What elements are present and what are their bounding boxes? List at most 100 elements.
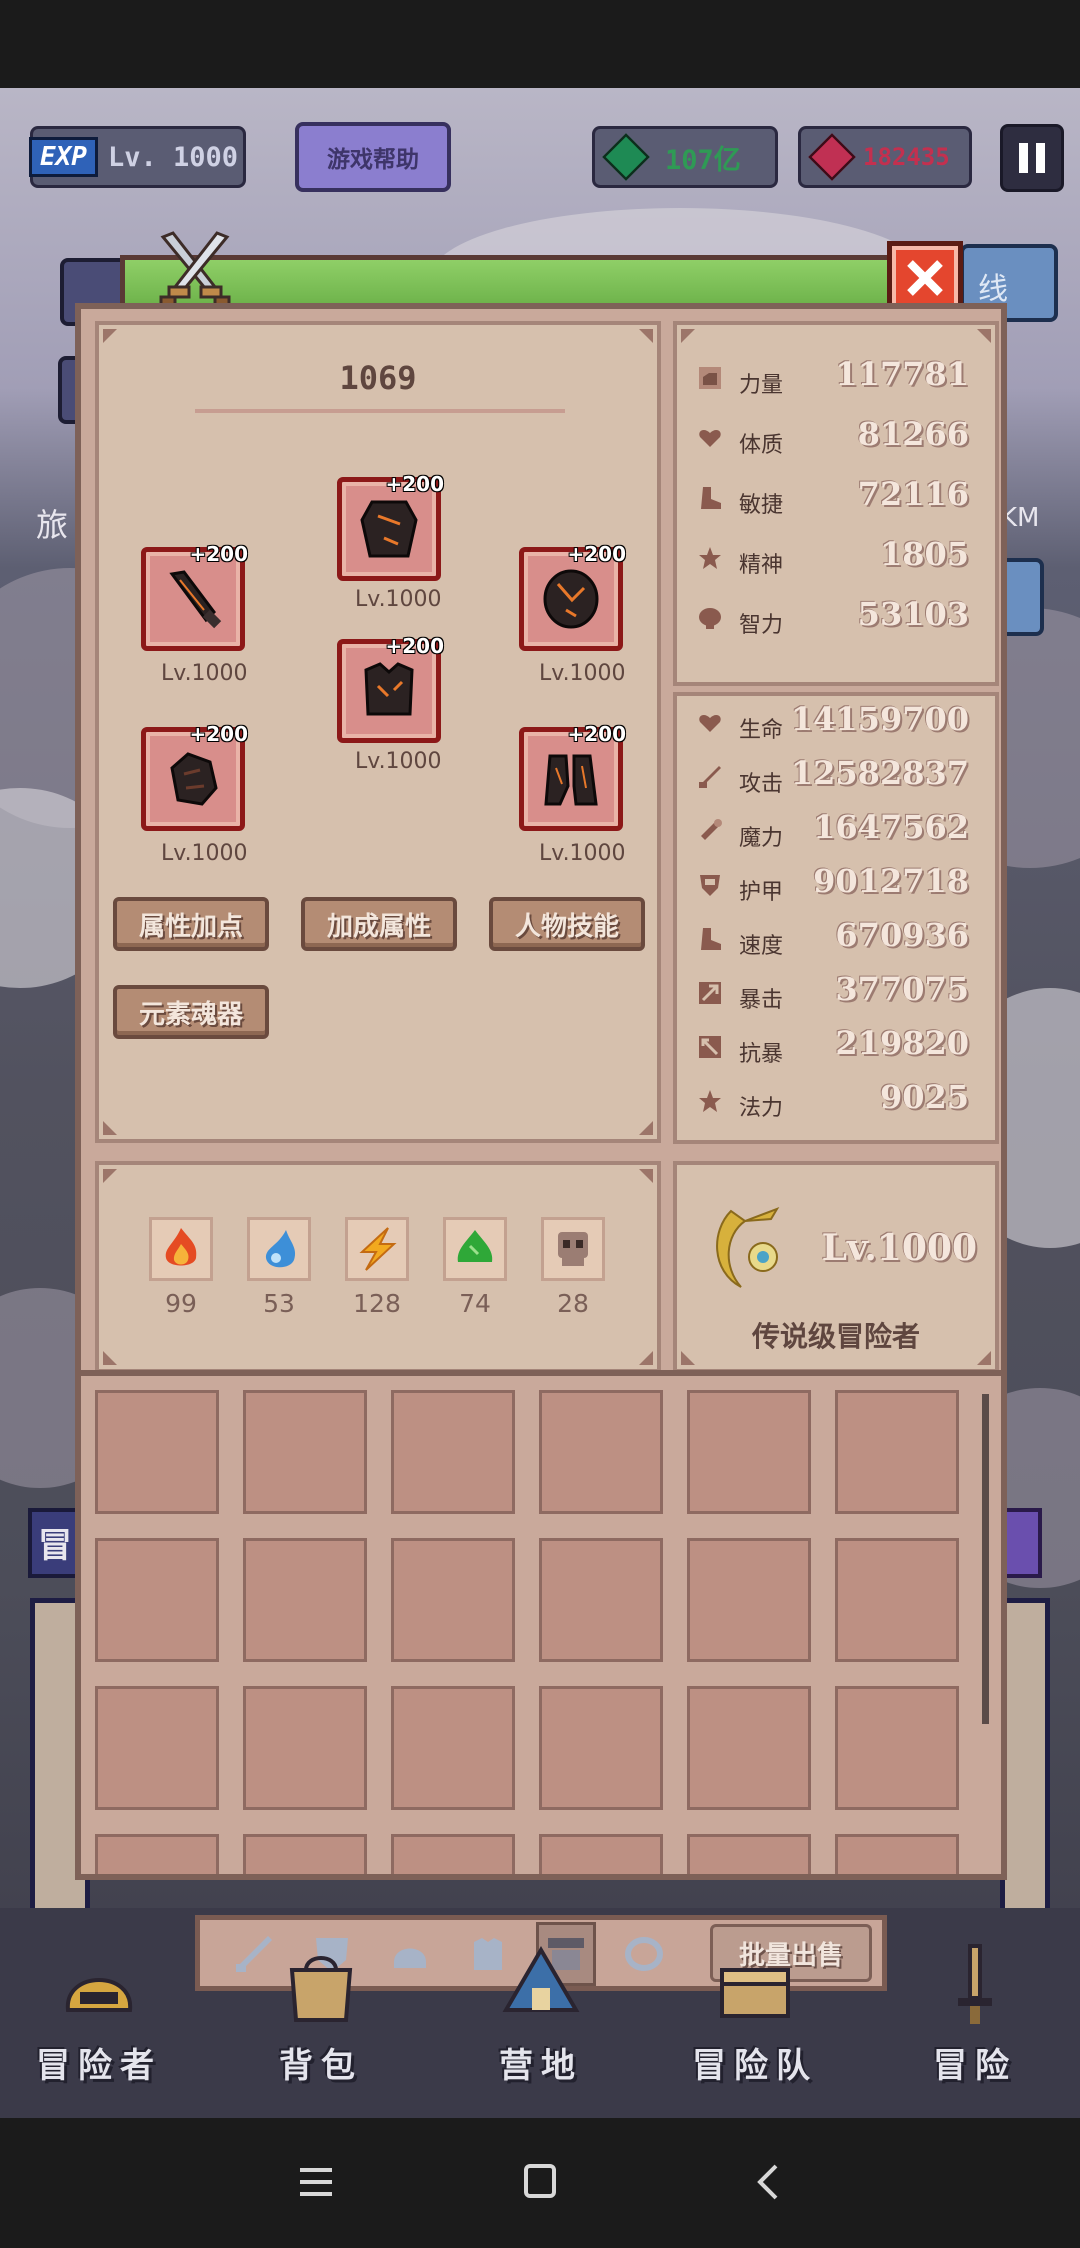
nav-backpack[interactable]: 背包 <box>236 1940 406 2087</box>
inventory-slot[interactable] <box>687 1834 811 1874</box>
stat-value: 377075 <box>835 970 969 1008</box>
equip-slot-boots[interactable]: +200 <box>519 722 626 831</box>
game-help-button[interactable]: 游戏帮助 <box>295 122 451 192</box>
inventory-slot[interactable] <box>539 1390 663 1514</box>
stat-attack: 攻击 12582837 <box>677 754 995 804</box>
stat-name: 魔力 <box>739 826 784 851</box>
rank-level: Lv.1000 <box>821 1227 977 1269</box>
stat-value: 9025 <box>879 1078 969 1116</box>
level-display: EXP Lv. 1000 <box>29 126 246 188</box>
inventory-slot[interactable] <box>835 1834 959 1874</box>
inventory-slot[interactable] <box>539 1686 663 1810</box>
stat-name: 精神 <box>739 553 784 578</box>
stat-value: 670936 <box>835 916 969 954</box>
inventory-grid <box>75 1370 1007 1880</box>
status-bar <box>0 0 1080 88</box>
ring-icon <box>625 1937 663 1971</box>
equip-slot-armor[interactable]: +200 <box>337 472 444 581</box>
equip-slot-shield[interactable]: +200 <box>519 542 626 651</box>
nav-adventurer[interactable]: 冒险者 <box>14 1940 184 2087</box>
back-icon[interactable] <box>752 2162 782 2202</box>
element-water[interactable]: 53 <box>247 1217 311 1318</box>
gem-counter[interactable]: 107亿 <box>592 126 778 188</box>
earth-icon <box>443 1217 507 1281</box>
inventory-slot[interactable] <box>95 1686 219 1810</box>
inventory-slot[interactable] <box>95 1834 219 1874</box>
inventory-slot[interactable] <box>835 1538 959 1662</box>
stat-constitution: 体质 81266 <box>677 415 995 465</box>
nav-label: 营地 <box>499 2046 583 2086</box>
combat-stats-panel: 生命 14159700 攻击 12582837 魔力 1647562 护甲 90… <box>673 692 999 1144</box>
bg-text: 冒 <box>38 1526 72 1566</box>
stat-armor: 护甲 9012718 <box>677 862 995 912</box>
wand-icon <box>701 819 722 840</box>
menu-icon[interactable] <box>296 2164 336 2200</box>
inventory-slot[interactable] <box>243 1390 367 1514</box>
inventory-slot[interactable] <box>391 1686 515 1810</box>
brain-icon <box>699 608 721 629</box>
stat-crit: 暴击 377075 <box>677 970 995 1020</box>
equip-level: Lv.1000 <box>539 841 626 866</box>
enhance-badge: +200 <box>567 722 626 746</box>
inventory-slot[interactable] <box>243 1834 367 1874</box>
heart-icon <box>699 715 721 732</box>
inventory-slot[interactable] <box>391 1834 515 1874</box>
inventory-slot[interactable] <box>243 1538 367 1662</box>
stat-strength: 力量 117781 <box>677 355 995 405</box>
bag-icon <box>289 1956 353 2022</box>
inventory-slot[interactable] <box>539 1538 663 1662</box>
inventory-slot[interactable] <box>687 1538 811 1662</box>
sword-icon <box>699 766 721 788</box>
equip-slot-weapon[interactable]: +200 <box>141 542 248 651</box>
element-earth[interactable]: 74 <box>443 1217 507 1318</box>
stat-name: 攻击 <box>739 772 784 797</box>
skull-icon <box>541 1217 605 1281</box>
strength-icon <box>699 367 721 389</box>
inventory-slot[interactable] <box>243 1686 367 1810</box>
chest-armor-icon <box>364 662 414 716</box>
stat-value: 81266 <box>857 415 969 453</box>
inventory-slot[interactable] <box>539 1834 663 1874</box>
inventory-slot[interactable] <box>835 1686 959 1810</box>
equip-slot-gauntlet[interactable]: +200 <box>141 722 248 831</box>
lightning-icon <box>345 1217 409 1281</box>
inventory-slot[interactable] <box>95 1538 219 1662</box>
stat-name: 力量 <box>739 373 784 398</box>
stat-value: 1805 <box>879 535 969 573</box>
nav-label: 背包 <box>279 2046 363 2086</box>
stat-spirit: 精神 1805 <box>677 535 995 585</box>
armor-icon <box>360 500 418 558</box>
nav-label: 冒险 <box>933 2046 1017 2086</box>
nav-adventure[interactable]: 冒险 <box>890 1940 1060 2087</box>
element-lightning[interactable]: 128 <box>345 1217 409 1318</box>
boot-icon <box>701 487 721 509</box>
rank-panel: Lv.1000 传说级冒险者 <box>673 1161 999 1373</box>
bg-text: 旅 <box>36 506 69 544</box>
ruby-counter[interactable]: 182435 <box>798 126 972 188</box>
inventory-slot[interactable] <box>687 1390 811 1514</box>
inventory-scrollbar[interactable] <box>982 1394 989 1724</box>
nav-label: 冒险者 <box>36 2046 162 2086</box>
stat-crit-resist: 抗暴 219820 <box>677 1024 995 1074</box>
nav-party[interactable]: 冒险队 <box>670 1940 840 2087</box>
element-fire[interactable]: 99 <box>149 1217 213 1318</box>
inventory-slot[interactable] <box>95 1390 219 1514</box>
character-skills-button[interactable]: 人物技能 <box>489 897 645 951</box>
equip-slot-chest[interactable]: +200 <box>337 634 444 743</box>
dialog-frame: 1069 +200 Lv.1000 +200 Lv.1000 +200 Lv.1… <box>75 303 1007 1433</box>
element-count: 53 <box>263 1289 295 1318</box>
inventory-slot[interactable] <box>835 1390 959 1514</box>
element-dark[interactable]: 28 <box>541 1217 605 1318</box>
inventory-slot[interactable] <box>687 1686 811 1810</box>
nav-camp[interactable]: 营地 <box>456 1940 626 2087</box>
water-icon <box>247 1217 311 1281</box>
inventory-slot[interactable] <box>391 1538 515 1662</box>
element-soul-button[interactable]: 元素魂器 <box>113 985 269 1039</box>
pause-button[interactable] <box>1000 124 1064 192</box>
stat-intelligence: 智力 53103 <box>677 595 995 645</box>
stat-name: 法力 <box>739 1096 784 1121</box>
home-icon[interactable] <box>522 2162 558 2200</box>
bonus-attributes-button[interactable]: 加成属性 <box>301 897 457 951</box>
inventory-slot[interactable] <box>391 1390 515 1514</box>
attribute-points-button[interactable]: 属性加点 <box>113 897 269 951</box>
